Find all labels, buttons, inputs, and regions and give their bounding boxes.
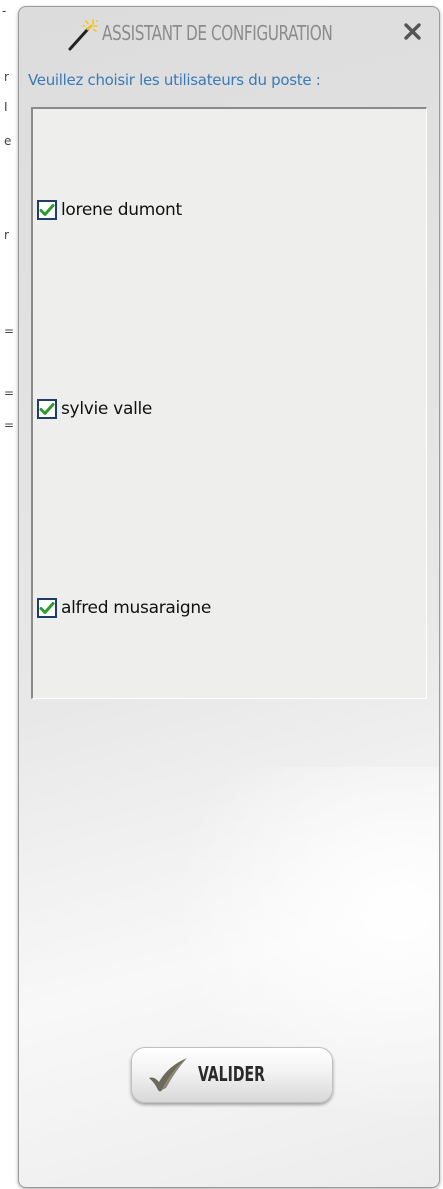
- window-title: ASSISTANT DE CONFIGURATION: [102, 21, 333, 45]
- configuration-wizard-dialog: ASSISTANT DE CONFIGURATION Veuillez choi…: [18, 6, 440, 1188]
- close-icon[interactable]: [401, 19, 425, 43]
- check-icon: [39, 204, 55, 216]
- user-name-label: lorene dumont: [61, 200, 182, 220]
- user-list-panel: lorene dumont sylvie valle alfred musara…: [31, 107, 427, 699]
- title-bar: ASSISTANT DE CONFIGURATION: [19, 7, 439, 59]
- user-item-sylvie-valle[interactable]: sylvie valle: [37, 396, 152, 422]
- check-icon: [39, 403, 55, 415]
- user-checkbox[interactable]: [37, 399, 57, 419]
- validate-button-label: VALIDER: [198, 1062, 265, 1086]
- user-name-label: sylvie valle: [61, 399, 153, 419]
- user-item-alfred-musaraigne[interactable]: alfred musaraigne: [37, 595, 211, 621]
- check-mark-icon: [149, 1058, 187, 1092]
- user-checkbox[interactable]: [37, 200, 57, 220]
- validate-button[interactable]: VALIDER: [131, 1047, 333, 1103]
- check-icon: [39, 602, 55, 614]
- user-item-lorene-dumont[interactable]: lorene dumont: [37, 197, 182, 223]
- user-selection-prompt: Veuillez choisir les utilisateurs du pos…: [28, 71, 321, 89]
- user-checkbox[interactable]: [37, 598, 57, 618]
- user-name-label: alfred musaraigne: [61, 598, 212, 618]
- magic-wand-icon: [68, 19, 98, 51]
